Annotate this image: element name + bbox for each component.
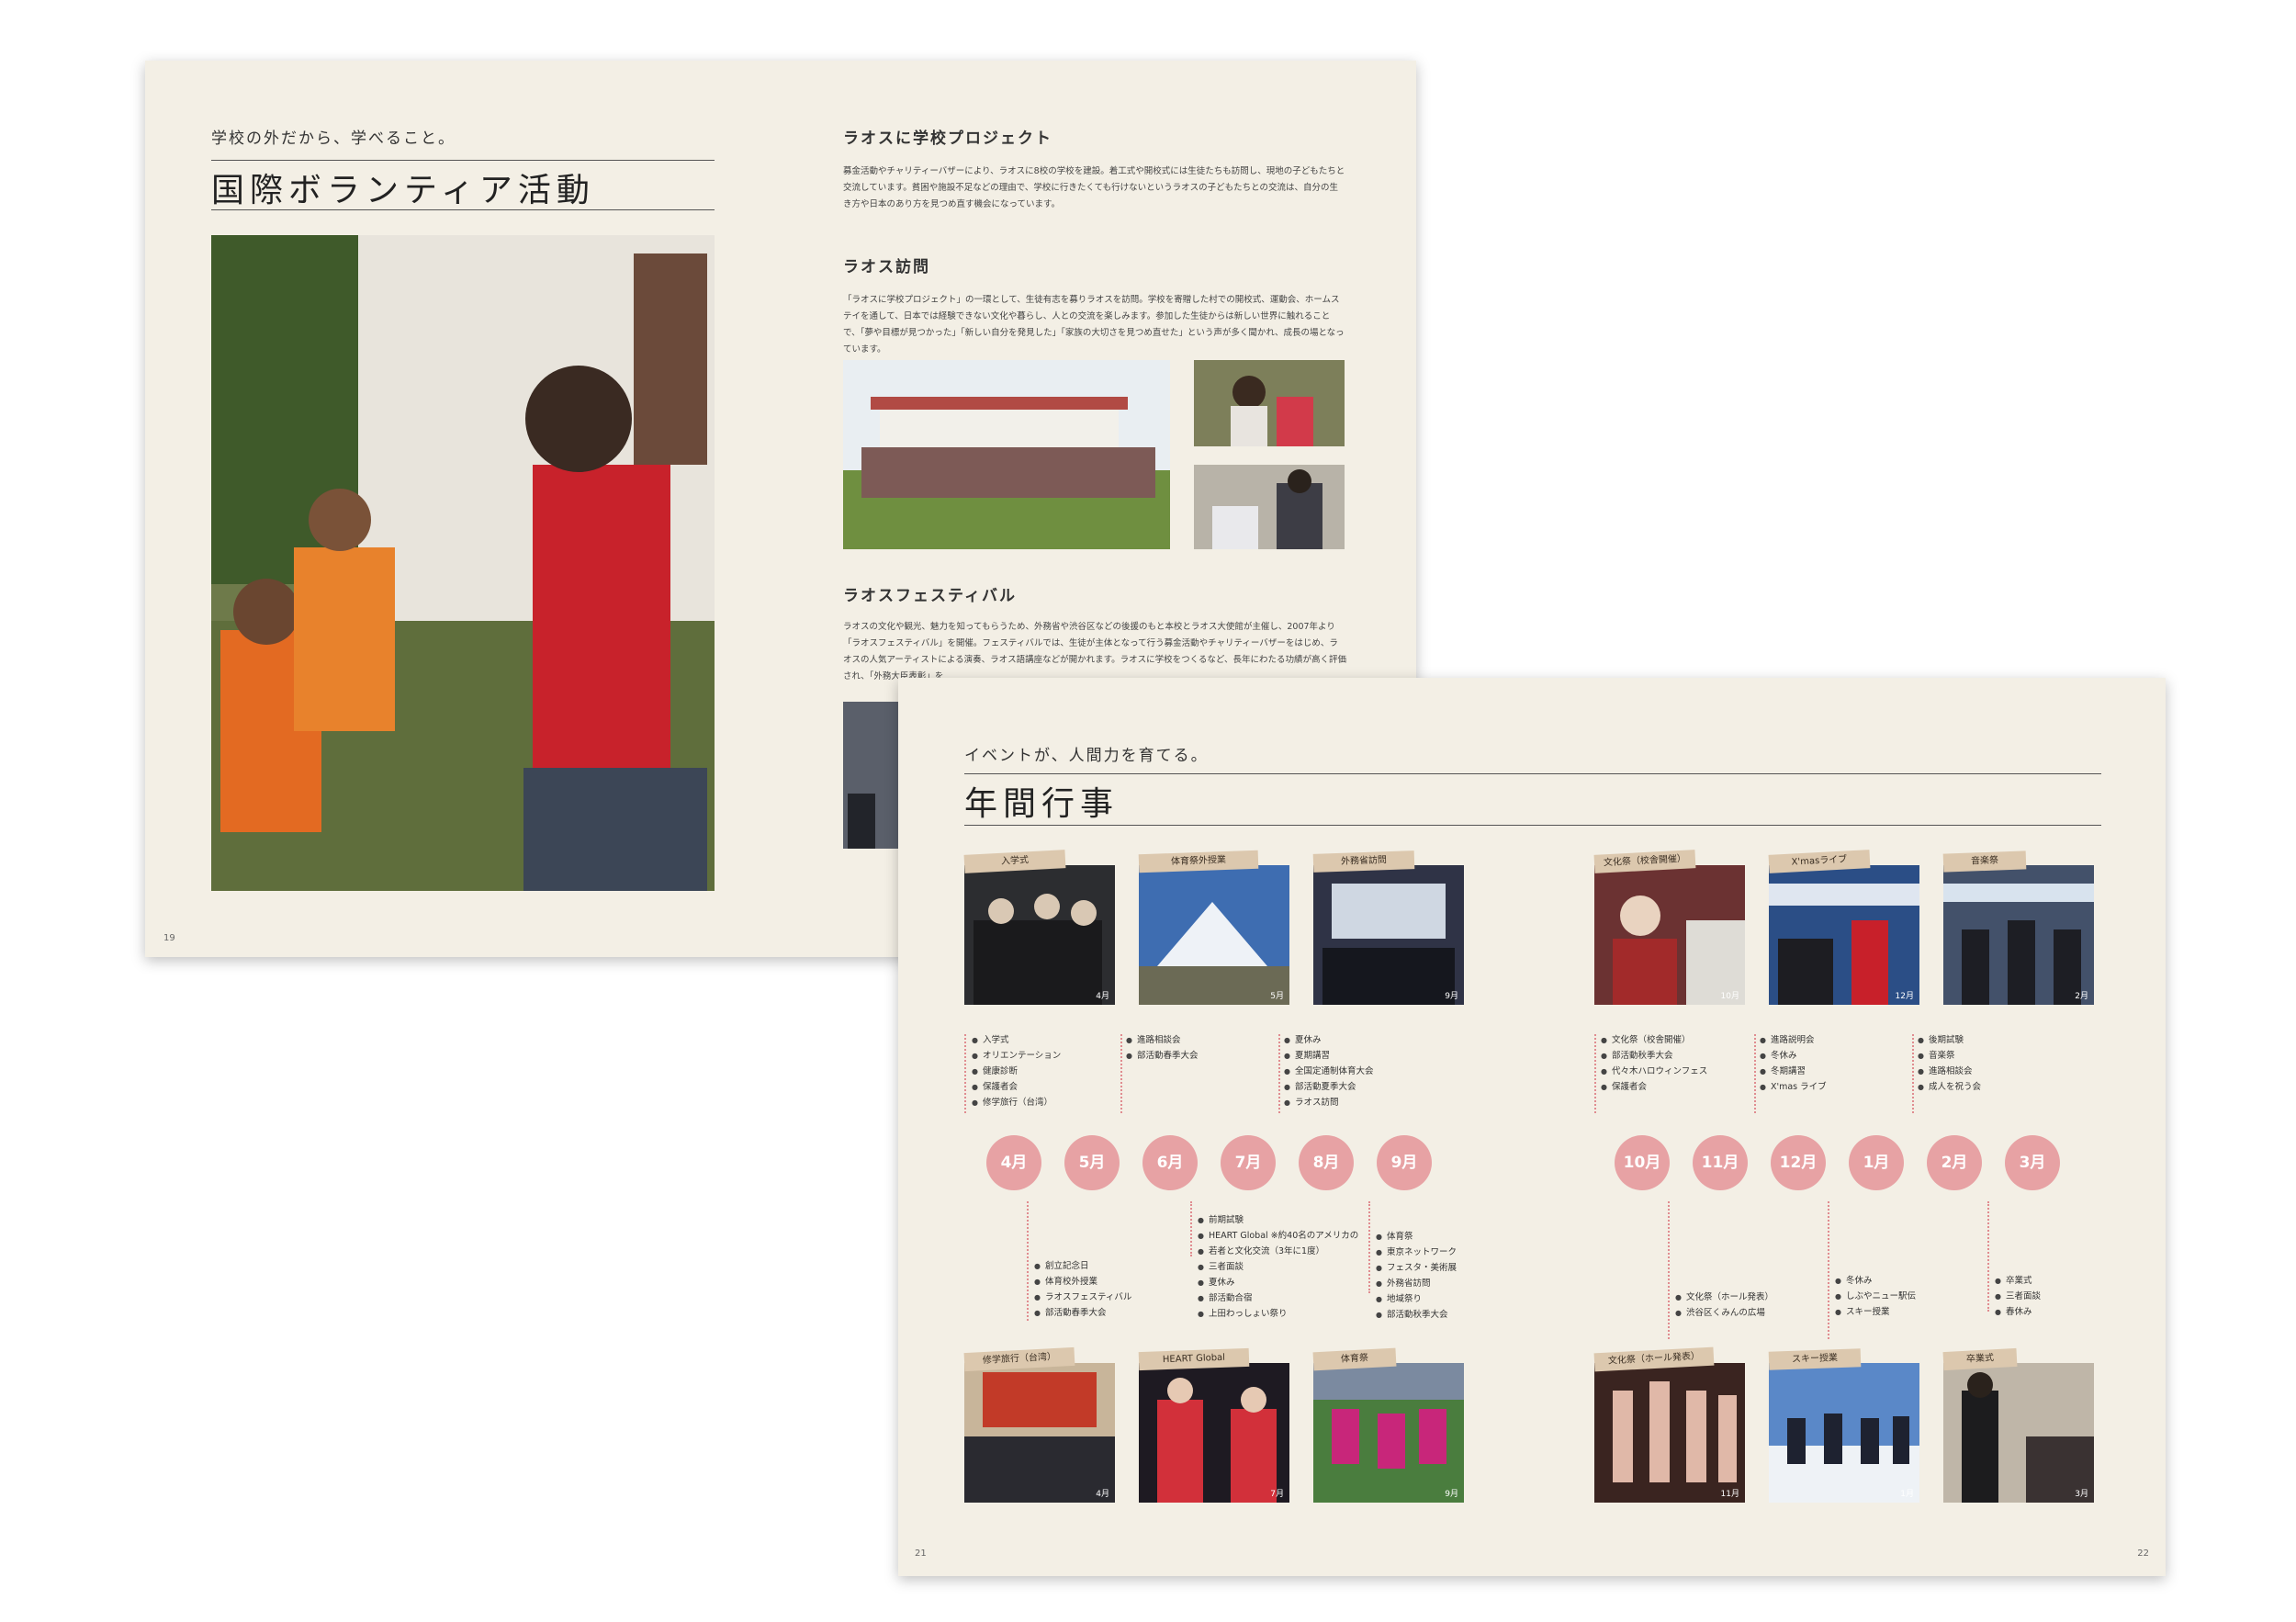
event-photo-top-2: 5月 <box>1139 865 1289 1005</box>
month-label: 1月 <box>1900 1490 1914 1499</box>
photo-laos-festival-partial <box>843 702 898 849</box>
event-photo-bottom-4: 11月 <box>1594 1363 1745 1503</box>
month-circle-may: 5月 <box>1064 1135 1120 1190</box>
month-circle-aug: 8月 <box>1299 1135 1354 1190</box>
event-photo-top-6: 2月 <box>1943 865 2094 1005</box>
front-title: 年間行事 <box>964 785 1120 823</box>
month-label: 4月 <box>1096 1490 1109 1499</box>
event-tag-bottom-2: HEART Global <box>1138 1347 1250 1371</box>
month-circle-dec: 12月 <box>1771 1135 1826 1190</box>
month-circle-jan: 1月 <box>1849 1135 1904 1190</box>
month-circle-oct: 10月 <box>1615 1135 1670 1190</box>
event-tag-top-6: 音楽祭 <box>1942 850 2027 873</box>
month-circle-nov: 11月 <box>1693 1135 1748 1190</box>
section-heading-laos-visit: ラオス訪問 <box>843 258 930 276</box>
event-tag-top-3: 外務省訪問 <box>1312 850 1415 873</box>
front-page-number-left: 21 <box>915 1549 927 1559</box>
event-photo-bottom-3: 9月 <box>1313 1363 1464 1503</box>
front-spread: イベントが、人間力を育てる。 年間行事 4月 入学式 5月 体育祭外授業 9月 … <box>898 678 2166 1576</box>
month-circle-jul: 7月 <box>1221 1135 1276 1190</box>
month-label: 7月 <box>1270 1490 1284 1499</box>
month-circle-feb: 2月 <box>1927 1135 1982 1190</box>
event-photo-top-1: 4月 <box>964 865 1115 1005</box>
month-label: 2月 <box>2075 992 2088 1001</box>
front-tagline: イベントが、人間力を育てる。 <box>964 747 1209 765</box>
month-circle-mar: 3月 <box>2005 1135 2060 1190</box>
event-photo-top-3: 9月 <box>1313 865 1464 1005</box>
event-photo-top-5: 12月 <box>1769 865 1919 1005</box>
front-page-number-right: 22 <box>2137 1549 2149 1559</box>
month-circle-jun: 6月 <box>1142 1135 1198 1190</box>
event-list-top-4: 文化祭（校舎開催）部活動秋季大会代々木ハロウィンフェス保護者会 <box>1601 1032 1707 1095</box>
month-label: 3月 <box>2075 1490 2088 1499</box>
month-label: 5月 <box>1270 992 1284 1001</box>
event-photo-bottom-2: 7月 <box>1139 1363 1289 1503</box>
back-page-number: 19 <box>163 933 175 943</box>
section-heading-school-project: ラオスに学校プロジェクト <box>843 130 1052 148</box>
back-tagline: 学校の外だから、学べること。 <box>211 130 456 148</box>
event-tag-bottom-6: 卒業式 <box>1942 1347 2018 1371</box>
month-circle-apr: 4月 <box>986 1135 1041 1190</box>
photo-laos-group <box>843 360 1170 549</box>
month-label: 9月 <box>1445 1490 1458 1499</box>
event-tag-bottom-5: スキー授業 <box>1768 1348 1862 1370</box>
section-body-school-project: 募金活動やチャリティーバザーにより、ラオスに8校の学校を建設。着工式や開校式には… <box>843 166 1345 209</box>
event-list-top-5: 進路説明会冬休み冬期講習X'mas ライブ <box>1760 1032 1827 1095</box>
photo-laos-classroom <box>1194 465 1345 549</box>
photo-laos-children <box>1194 360 1345 446</box>
section-heading-laos-festival: ラオスフェスティバル <box>843 587 1017 605</box>
event-list-bottom-5: 冬休みしぶやニュー駅伝スキー授業 <box>1835 1273 1916 1320</box>
main-photo-volunteer <box>211 235 715 891</box>
event-photo-bottom-5: 1月 <box>1769 1363 1919 1503</box>
month-label: 12月 <box>1895 992 1914 1001</box>
event-list-top-6: 後期試験音楽祭進路相談会成人を祝う会 <box>1918 1032 1981 1095</box>
event-photo-top-4: 10月 <box>1594 865 1745 1005</box>
month-label: 4月 <box>1096 992 1109 1001</box>
month-circle-sep: 9月 <box>1377 1135 1432 1190</box>
event-list-bottom-3: 体育祭東京ネットワークフェスタ・美術展外務省訪問地域祭り部活動秋季大会 <box>1376 1229 1457 1323</box>
section-body-laos-festival: ラオスの文化や観光、魅力を知ってもらうため、外務省や渋谷区などの後援のもと本校と… <box>843 622 1346 681</box>
event-list-bottom-4: 文化祭（ホール発表）渋谷区くみんの広場 <box>1675 1290 1773 1321</box>
section-body-laos-visit: 「ラオスに学校プロジェクト」の一環として、生徒有志を募りラオスを訪問。学校を寄贈… <box>843 295 1345 355</box>
month-label: 9月 <box>1445 992 1458 1001</box>
month-label: 11月 <box>1720 1490 1739 1499</box>
event-list-bottom-2: 前期試験HEART Global ※約40名のアメリカの若者と文化交流（3年に1… <box>1198 1212 1358 1322</box>
event-list-bottom-6: 卒業式三者面談春休み <box>1995 1273 2041 1320</box>
event-list-bottom-1: 創立記念日体育校外授業ラオスフェスティバル部活動春季大会 <box>1034 1258 1131 1321</box>
event-list-top-2: 進路相談会部活動春季大会 <box>1126 1032 1199 1064</box>
event-list-top-3: 夏休み夏期講習全国定通制体育大会部活動夏季大会ラオス訪問 <box>1284 1032 1374 1110</box>
event-photo-bottom-1: 4月 <box>964 1363 1115 1503</box>
month-label: 10月 <box>1720 992 1739 1001</box>
event-list-top-1: 入学式オリエンテーション健康診断保護者会修学旅行（台湾） <box>972 1032 1061 1110</box>
event-photo-bottom-6: 3月 <box>1943 1363 2094 1503</box>
back-title: 国際ボランティア活動 <box>211 172 595 209</box>
